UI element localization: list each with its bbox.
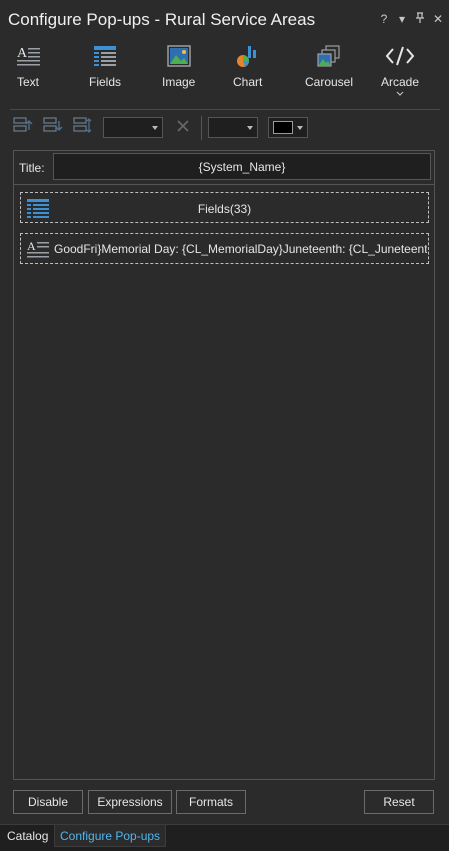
reset-button[interactable]: Reset bbox=[364, 790, 434, 814]
text-element-content: GoodFri}Memorial Day: {CL_MemorialDay}Ju… bbox=[54, 242, 427, 256]
chevron-down-icon bbox=[152, 126, 158, 130]
chart-label: Chart bbox=[233, 75, 263, 89]
size-combo[interactable] bbox=[208, 117, 258, 138]
fields-icon bbox=[94, 46, 116, 66]
arcade-label: Arcade bbox=[381, 75, 420, 89]
close-icon[interactable]: ✕ bbox=[433, 12, 443, 27]
element-ribbon: A Text Fields Image Chart Carousel Arcad… bbox=[0, 44, 449, 106]
text-icon: A bbox=[17, 46, 40, 66]
bottom-actions: Disable Expressions Formats Reset bbox=[0, 790, 449, 814]
title-value: {System_Name} bbox=[198, 159, 286, 174]
carousel-icon bbox=[317, 45, 340, 67]
fields-element[interactable]: Fields(33) bbox=[20, 192, 429, 223]
chevron-down-icon bbox=[297, 126, 303, 130]
toolbar-divider bbox=[201, 116, 202, 140]
text-element[interactable]: A GoodFri}Memorial Day: {CL_MemorialDay}… bbox=[20, 233, 429, 264]
image-label: Image bbox=[162, 75, 196, 89]
tab-catalog[interactable]: Catalog bbox=[2, 825, 53, 847]
help-icon[interactable]: ? bbox=[379, 12, 389, 27]
expressions-button[interactable]: Expressions bbox=[88, 790, 172, 814]
svg-text:A: A bbox=[27, 239, 36, 253]
move-up-icon[interactable] bbox=[12, 116, 36, 138]
add-chart-button[interactable]: Chart bbox=[233, 44, 262, 104]
add-text-button[interactable]: A Text bbox=[14, 44, 42, 104]
color-swatch bbox=[273, 121, 293, 134]
move-down-icon[interactable] bbox=[42, 116, 66, 138]
panel-divider bbox=[14, 184, 434, 185]
chart-icon bbox=[236, 46, 256, 67]
pin-icon[interactable] bbox=[415, 12, 425, 27]
title-field[interactable]: {System_Name} bbox=[53, 153, 431, 180]
add-fields-button[interactable]: Fields bbox=[89, 44, 121, 104]
title-label: Title: bbox=[19, 161, 45, 175]
chevron-down-icon bbox=[247, 126, 253, 130]
tab-configure-popups[interactable]: Configure Pop-ups bbox=[54, 825, 167, 847]
arcade-icon bbox=[385, 46, 415, 66]
disable-button[interactable]: Disable bbox=[13, 790, 83, 814]
popup-elements-panel: Title: {System_Name} Fields(33) A GoodFr… bbox=[13, 150, 435, 780]
window-title: Configure Pop-ups - Rural Service Areas bbox=[8, 10, 316, 29]
ribbon-divider bbox=[10, 109, 440, 110]
text-icon: A bbox=[27, 239, 49, 258]
options-menu-icon[interactable]: ▾ bbox=[397, 12, 407, 27]
font-combo[interactable] bbox=[103, 117, 163, 138]
format-toolbar bbox=[0, 114, 449, 142]
formats-button[interactable]: Formats bbox=[176, 790, 246, 814]
add-image-button[interactable]: Image bbox=[162, 44, 195, 104]
fields-element-label: Fields(33) bbox=[197, 202, 252, 216]
carousel-label: Carousel bbox=[305, 75, 354, 89]
color-picker[interactable] bbox=[268, 117, 308, 138]
dock-tabs: Catalog Configure Pop-ups bbox=[0, 824, 449, 851]
svg-text:A: A bbox=[17, 46, 28, 61]
text-label: Text bbox=[16, 75, 39, 89]
fields-label: Fields bbox=[89, 75, 122, 89]
add-arcade-button[interactable]: Arcade bbox=[381, 44, 419, 104]
move-elements-icon[interactable] bbox=[72, 116, 96, 138]
add-carousel-button[interactable]: Carousel bbox=[305, 44, 353, 104]
chevron-down-icon[interactable] bbox=[396, 91, 404, 97]
title-bar: Configure Pop-ups - Rural Service Areas … bbox=[0, 0, 449, 40]
delete-icon[interactable] bbox=[172, 116, 196, 138]
window-controls: ? ▾ ✕ bbox=[379, 12, 443, 27]
image-icon bbox=[166, 45, 191, 67]
